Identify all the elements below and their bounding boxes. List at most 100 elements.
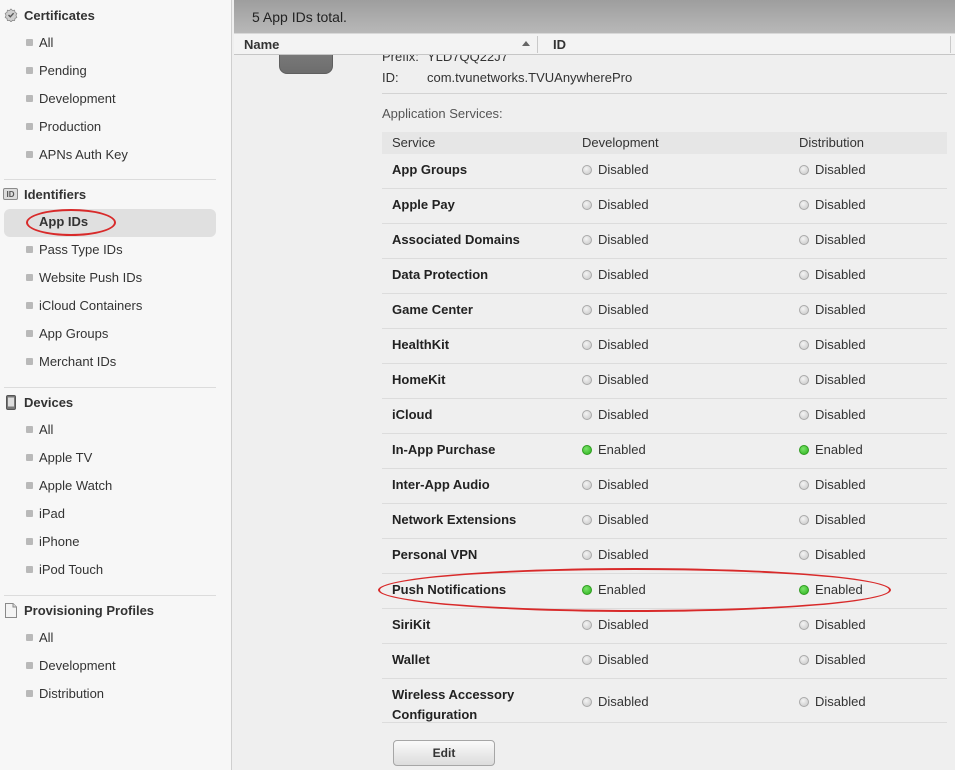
status-development: Disabled bbox=[582, 162, 649, 177]
disabled-status-icon bbox=[799, 514, 809, 525]
disabled-status-icon bbox=[799, 409, 809, 420]
sidebar-item-pending[interactable]: Pending bbox=[0, 57, 232, 83]
status-text: Enabled bbox=[598, 442, 646, 457]
edit-button[interactable]: Edit bbox=[393, 740, 495, 766]
sidebar-item-label: All bbox=[39, 629, 54, 645]
sidebar-item-production[interactable]: Production bbox=[0, 113, 232, 139]
sidebar-item-all[interactable]: All bbox=[0, 29, 232, 55]
disabled-status-icon bbox=[582, 479, 592, 490]
service-row: Inter-App Audio Disabled Disabled bbox=[382, 469, 947, 504]
column-id[interactable]: ID bbox=[553, 37, 566, 52]
section-title: Certificates bbox=[24, 7, 95, 23]
divider bbox=[382, 93, 947, 94]
id-value: com.tvunetworks.TVUAnywherePro bbox=[427, 70, 633, 85]
enabled-status-icon bbox=[582, 584, 592, 595]
status-text: Disabled bbox=[815, 407, 866, 422]
app-id-icon bbox=[279, 55, 333, 74]
service-row: Associated Domains Disabled Disabled bbox=[382, 224, 947, 259]
sidebar-item-pass-type-ids[interactable]: Pass Type IDs bbox=[0, 236, 232, 262]
service-row: Wallet Disabled Disabled bbox=[382, 644, 947, 679]
bullet-icon bbox=[26, 301, 33, 309]
sidebar-item-icloud-containers[interactable]: iCloud Containers bbox=[0, 292, 232, 318]
service-name: Wireless Accessory Configuration bbox=[392, 687, 515, 722]
disabled-status-icon bbox=[799, 164, 809, 175]
bullet-icon bbox=[26, 329, 33, 337]
sidebar: Certificates All Pending Development Product… bbox=[0, 0, 232, 770]
service-row: Network Extensions Disabled Disabled bbox=[382, 504, 947, 539]
section-title: Identifiers bbox=[24, 186, 87, 202]
service-name: Data Protection bbox=[392, 267, 489, 282]
service-row: SiriKit Disabled Disabled bbox=[382, 609, 947, 644]
service-name: Network Extensions bbox=[392, 512, 517, 527]
column-separator bbox=[537, 36, 538, 53]
bullet-icon bbox=[26, 245, 33, 253]
sidebar-item-distribution[interactable]: Distribution bbox=[0, 680, 232, 706]
service-row: In-App Purchase Enabled Enabled bbox=[382, 434, 947, 469]
column-name[interactable]: Name bbox=[244, 37, 279, 52]
status-distribution: Disabled bbox=[799, 162, 866, 177]
header-development: Development bbox=[582, 135, 659, 150]
sidebar-item-label: Merchant IDs bbox=[39, 353, 117, 369]
service-name: Push Notifications bbox=[392, 582, 507, 597]
disabled-status-icon bbox=[799, 696, 809, 707]
sidebar-item-apple-watch[interactable]: Apple Watch bbox=[0, 472, 232, 498]
status-distribution: Disabled bbox=[799, 302, 866, 317]
status-development: Disabled bbox=[582, 337, 649, 352]
column-separator bbox=[950, 36, 951, 53]
sidebar-item-development[interactable]: Development bbox=[0, 652, 232, 678]
section-provisioning-profiles: Provisioning Profiles bbox=[0, 599, 232, 621]
status-text: Enabled bbox=[815, 442, 863, 457]
status-text: Disabled bbox=[598, 232, 649, 247]
status-text: Disabled bbox=[598, 617, 649, 632]
sidebar-item-label: Distribution bbox=[39, 685, 105, 701]
bullet-icon bbox=[26, 425, 33, 433]
service-name: In-App Purchase bbox=[392, 442, 496, 457]
sidebar-item-all[interactable]: All bbox=[0, 624, 232, 650]
disabled-status-icon bbox=[582, 549, 592, 560]
service-row: iCloud Disabled Disabled bbox=[382, 399, 947, 434]
sidebar-item-ipod-touch[interactable]: iPod Touch bbox=[0, 556, 232, 582]
sidebar-item-label: App IDs bbox=[39, 213, 89, 229]
certificate-icon bbox=[3, 8, 18, 23]
sidebar-item-iphone[interactable]: iPhone bbox=[0, 528, 232, 554]
disabled-status-icon bbox=[582, 409, 592, 420]
status-development: Disabled bbox=[582, 267, 649, 282]
service-name: Inter-App Audio bbox=[392, 477, 490, 492]
status-text: Disabled bbox=[815, 162, 866, 177]
disabled-status-icon bbox=[799, 619, 809, 630]
status-development: Disabled bbox=[582, 407, 649, 422]
sidebar-item-apns-auth-key[interactable]: APNs Auth Key bbox=[0, 141, 232, 167]
status-distribution: Disabled bbox=[799, 547, 866, 562]
bullet-icon bbox=[26, 66, 33, 74]
sidebar-item-development[interactable]: Development bbox=[0, 85, 232, 111]
sidebar-item-merchant-ids[interactable]: Merchant IDs bbox=[0, 348, 232, 374]
sidebar-divider bbox=[4, 179, 216, 180]
status-distribution: Disabled bbox=[799, 617, 866, 632]
status-development: Disabled bbox=[582, 372, 649, 387]
sidebar-item-label: App Groups bbox=[39, 325, 109, 341]
list-column-header: Name ID bbox=[234, 33, 955, 55]
section-identifiers: ID Identifiers bbox=[0, 183, 232, 205]
bullet-icon bbox=[26, 565, 33, 573]
sidebar-item-label: Apple Watch bbox=[39, 477, 113, 493]
status-distribution: Disabled bbox=[799, 512, 866, 527]
service-name: Associated Domains bbox=[392, 232, 520, 247]
sidebar-divider bbox=[4, 387, 216, 388]
disabled-status-icon bbox=[582, 269, 592, 280]
disabled-status-icon bbox=[799, 234, 809, 245]
sidebar-item-app-ids[interactable]: App IDs bbox=[0, 208, 232, 234]
sidebar-item-app-groups[interactable]: App Groups bbox=[0, 320, 232, 346]
enabled-status-icon bbox=[582, 444, 592, 455]
service-name: Personal VPN bbox=[392, 547, 478, 562]
sidebar-item-ipad[interactable]: iPad bbox=[0, 500, 232, 526]
status-text: Disabled bbox=[598, 477, 649, 492]
sidebar-item-apple-tv[interactable]: Apple TV bbox=[0, 444, 232, 470]
status-distribution: Disabled bbox=[799, 652, 866, 667]
service-name: App Groups bbox=[392, 162, 468, 177]
status-development: Enabled bbox=[582, 442, 646, 457]
sidebar-item-all[interactable]: All bbox=[0, 416, 232, 442]
bullet-icon bbox=[26, 273, 33, 281]
document-icon bbox=[3, 602, 18, 618]
sidebar-item-website-push-ids[interactable]: Website Push IDs bbox=[0, 264, 232, 290]
bullet-icon bbox=[26, 689, 33, 697]
